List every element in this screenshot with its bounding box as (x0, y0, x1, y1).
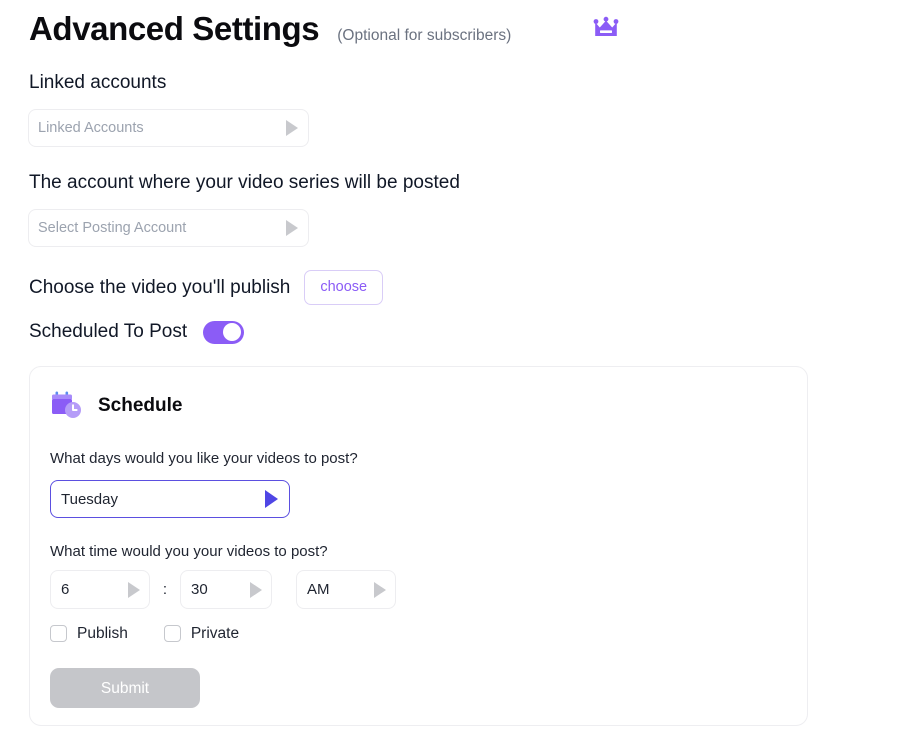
meridiem-select-value: AM (307, 581, 330, 598)
toggle-knob (223, 323, 242, 341)
triangle-right-icon (250, 581, 262, 598)
hour-select[interactable]: 6 (50, 570, 150, 609)
linked-accounts-select[interactable]: Linked Accounts (28, 109, 309, 147)
advanced-settings-page: Advanced Settings (Optional for subscrib… (0, 0, 900, 750)
days-select[interactable]: Tuesday (50, 480, 290, 518)
scheduled-to-post-toggle[interactable] (203, 320, 245, 344)
days-select-value: Tuesday (61, 490, 118, 508)
private-checkbox-item[interactable]: Private (163, 624, 240, 643)
schedule-card-title: Schedule (98, 395, 183, 416)
crown-icon (592, 16, 620, 40)
calendar-clock-icon (50, 390, 84, 422)
scheduled-to-post-row: Scheduled To Post (29, 320, 245, 344)
posting-account-select[interactable]: Select Posting Account (28, 209, 309, 247)
choose-video-label: Choose the video you'll publish (29, 276, 291, 298)
days-question-label: What days would you like your videos to … (50, 450, 358, 467)
triangle-right-icon (374, 581, 386, 598)
meridiem-select[interactable]: AM (296, 570, 396, 609)
private-checkbox[interactable] (163, 625, 181, 642)
publish-checkbox-label: Publish (77, 625, 128, 642)
time-question-label: What time would you your videos to post? (50, 543, 328, 560)
schedule-card: Schedule What days would you like your v… (29, 366, 808, 726)
linked-accounts-select-value: Linked Accounts (38, 120, 144, 136)
optional-note: (Optional for subscribers) (337, 27, 512, 44)
triangle-right-icon (286, 120, 298, 136)
choose-video-button[interactable]: choose (304, 270, 384, 305)
posting-account-select-value: Select Posting Account (38, 220, 187, 236)
triangle-right-icon (128, 581, 140, 598)
linked-accounts-label: Linked accounts (29, 72, 167, 93)
page-header: Advanced Settings (Optional for subscrib… (29, 8, 511, 50)
schedule-card-header: Schedule (50, 390, 182, 422)
time-row: 6 : 30 AM (50, 570, 396, 609)
choose-video-row: Choose the video you'll publish choose (29, 270, 384, 305)
minute-select[interactable]: 30 (180, 570, 272, 609)
page-title: Advanced Settings (29, 10, 320, 47)
submit-button[interactable]: Submit (50, 668, 200, 708)
private-checkbox-label: Private (190, 625, 240, 642)
scheduled-to-post-label: Scheduled To Post (29, 321, 188, 342)
posting-account-label: The account where your video series will… (29, 172, 460, 193)
triangle-right-icon (265, 490, 278, 508)
minute-select-value: 30 (191, 581, 208, 598)
publish-checkbox[interactable] (50, 625, 67, 642)
hour-select-value: 6 (61, 581, 70, 598)
publish-checkbox-item[interactable]: Publish (50, 624, 128, 643)
visibility-checkbox-row: Publish Private (50, 624, 239, 643)
time-separator: : (162, 581, 168, 598)
triangle-right-icon (286, 220, 298, 236)
